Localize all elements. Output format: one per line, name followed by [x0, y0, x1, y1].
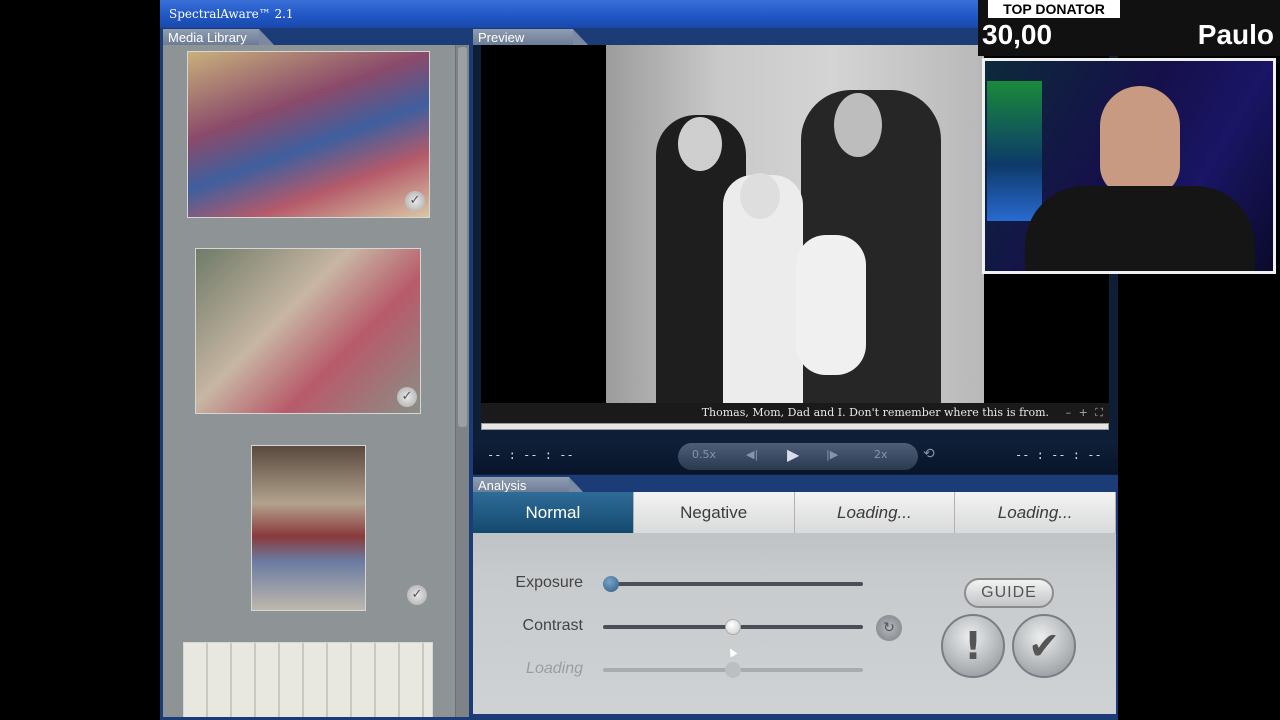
- loading-knob: [725, 662, 741, 678]
- play-icon[interactable]: ▶: [787, 445, 799, 464]
- loading-track: [603, 662, 863, 678]
- person-baby: [796, 235, 866, 375]
- reset-icon[interactable]: ↻: [876, 615, 902, 641]
- analysis-mode-tabs: Normal Negative Loading... Loading...: [473, 492, 1116, 533]
- donor-title: TOP DONATOR: [988, 0, 1120, 18]
- loading-slider-row: Loading: [473, 658, 903, 682]
- checkmark-icon[interactable]: ✓: [407, 585, 427, 605]
- library-item-4[interactable]: [183, 642, 433, 717]
- playback-progress[interactable]: [481, 423, 1109, 430]
- tab-normal[interactable]: Normal: [473, 492, 634, 533]
- window-title: SpectralAware™ 2.1: [160, 0, 1118, 28]
- face: [834, 93, 882, 157]
- checkmark-icon[interactable]: ✓: [405, 191, 425, 211]
- library-scrollbar[interactable]: [455, 45, 469, 717]
- library-item-2[interactable]: ✓: [195, 248, 421, 414]
- photo-caption: Thomas, Mom, Dad and I. Don't remember w…: [701, 406, 1049, 419]
- caption-controls[interactable]: – + ⛶: [1066, 406, 1105, 420]
- streamer-face: [1100, 86, 1180, 196]
- loading-label: Loading: [526, 660, 583, 677]
- donor-banner: TOP DONATOR 30,00 Paulo: [978, 0, 1280, 56]
- tab-loading-1[interactable]: Loading...: [794, 492, 956, 533]
- media-library-panel: ✓ ✓ ✓: [163, 45, 469, 717]
- prev-frame-icon[interactable]: ◀|: [746, 448, 758, 461]
- next-frame-icon[interactable]: |▶: [826, 448, 838, 461]
- contrast-label: Contrast: [522, 617, 583, 634]
- playback-controls: -- : -- : -- 0.5x ◀| ▶ |▶ 2x ⟲ -- : -- :…: [473, 440, 1118, 474]
- face: [678, 117, 722, 171]
- stream-overlay: TOP DONATOR 30,00 Paulo: [978, 0, 1280, 280]
- library-item-1[interactable]: ✓: [187, 51, 430, 218]
- speed-slow-button[interactable]: 0.5x: [692, 448, 716, 461]
- media-library-tab: Media Library: [163, 29, 275, 46]
- tab-negative[interactable]: Negative: [633, 492, 795, 533]
- donor-name: Paulo: [1197, 19, 1274, 50]
- donor-amount: 30,00: [982, 19, 1053, 50]
- background-lights: [987, 81, 1042, 221]
- checkmark-icon[interactable]: ✓: [397, 387, 417, 407]
- webcam-feed: [982, 58, 1276, 274]
- time-total: -- : -- : --: [1015, 448, 1102, 462]
- analysis-panel: Normal Negative Loading... Loading... Ex…: [473, 492, 1116, 714]
- time-elapsed: -- : -- : --: [487, 448, 574, 462]
- speed-fast-button[interactable]: 2x: [874, 448, 888, 461]
- face: [740, 173, 780, 219]
- preview-tab: Preview: [473, 29, 589, 46]
- contrast-slider-row: Contrast ↻: [473, 615, 903, 641]
- library-item-3[interactable]: [251, 445, 366, 611]
- tab-loading-2[interactable]: Loading...: [955, 492, 1116, 533]
- exposure-slider-row: Exposure: [473, 572, 903, 596]
- exposure-knob[interactable]: [602, 576, 619, 592]
- exposure-track[interactable]: [602, 576, 863, 592]
- accept-button[interactable]: ✔: [1012, 614, 1076, 678]
- exposure-label: Exposure: [515, 574, 583, 591]
- contrast-knob[interactable]: [725, 619, 741, 635]
- scrollbar-thumb[interactable]: [458, 47, 467, 427]
- contrast-track[interactable]: [603, 619, 863, 635]
- transport-bar: 0.5x ◀| ▶ |▶ 2x: [678, 443, 918, 470]
- spectralaware-window: SpectralAware™ 2.1 Media Library ✓ ✓ ✓ P…: [160, 0, 1118, 720]
- family-photo: [606, 45, 984, 403]
- caption-bar: Thomas, Mom, Dad and I. Don't remember w…: [481, 403, 1109, 423]
- streamer-body: [1025, 186, 1255, 271]
- guide-button[interactable]: GUIDE: [964, 578, 1054, 608]
- loop-icon[interactable]: ⟲: [923, 446, 935, 462]
- warning-button[interactable]: !: [941, 614, 1005, 678]
